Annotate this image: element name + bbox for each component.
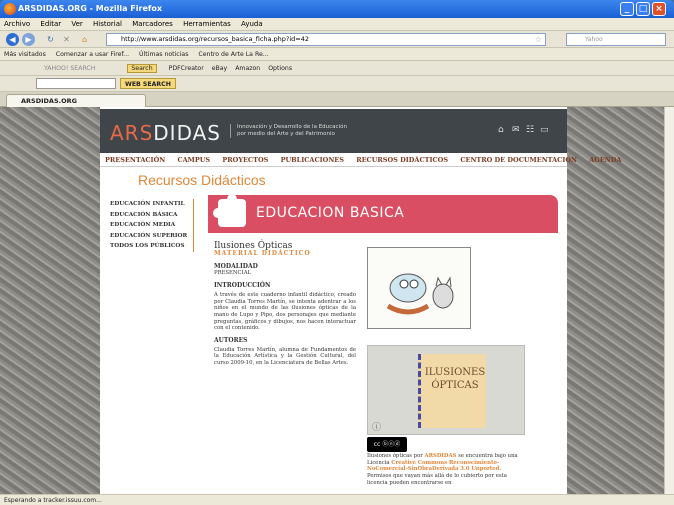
- resource-details: Ilusiones Ópticas MATERIAL DIDÁCTICO MOD…: [214, 241, 356, 367]
- toolbar-item[interactable]: Options: [268, 65, 292, 72]
- tab-bar: ARSDIDAS.ORG: [0, 92, 674, 107]
- stop-icon[interactable]: ✕: [60, 33, 73, 46]
- search-button[interactable]: Search: [127, 64, 157, 73]
- close-button[interactable]: ×: [652, 2, 666, 16]
- menu-herramientas[interactable]: Herramientas: [183, 20, 231, 28]
- page-viewport: ARSDIDAS Innovación y Desarrollo de la E…: [0, 107, 664, 494]
- book-title: ILUSIONES ÓPTICAS: [424, 367, 486, 391]
- autores-label: AUTORES: [214, 337, 248, 345]
- menu-editar[interactable]: Editar: [40, 20, 61, 28]
- bookmark-item[interactable]: Más visitados: [4, 51, 46, 58]
- status-bar: Esperando a tracker.issuu.com...: [0, 494, 674, 505]
- menu-archivo[interactable]: Archivo: [4, 20, 30, 28]
- side-item[interactable]: EDUCACIÓN BÁSICA: [110, 210, 193, 221]
- banner-title: EDUCACION BASICA: [256, 205, 405, 221]
- intro-text: A través de este cuaderno infantil didác…: [214, 291, 356, 332]
- toolbar-item[interactable]: PDFCreator: [169, 65, 204, 72]
- site-header: ARSDIDAS Innovación y Desarrollo de la E…: [100, 109, 567, 153]
- bookmark-item[interactable]: Últimas noticias: [139, 51, 188, 58]
- side-item[interactable]: EDUCACIÓN INFANTIL: [110, 199, 193, 210]
- yahoo-search-field[interactable]: YAHOO! SEARCH: [44, 65, 95, 72]
- menu-bar: Archivo Editar Ver Historial Marcadores …: [0, 18, 674, 31]
- section-banner: EDUCACION BASICA: [208, 194, 558, 233]
- toolbar-search-input[interactable]: [36, 78, 116, 89]
- side-item[interactable]: TODOS LOS PÚBLICOS: [110, 241, 193, 252]
- site-tagline: Innovación y Desarrollo de la Educación …: [230, 124, 347, 138]
- nav-proyectos[interactable]: PROYECTOS: [222, 156, 268, 164]
- menu-marcadores[interactable]: Marcadores: [132, 20, 173, 28]
- cc-license-badge[interactable]: cc ⓑⓝⓓ: [367, 437, 407, 452]
- item-subtitle: MATERIAL DIDÁCTICO: [214, 250, 311, 257]
- maximize-button[interactable]: □: [636, 2, 650, 16]
- reload-icon[interactable]: ↻: [44, 33, 57, 46]
- tab-label: ARSDIDAS.ORG: [21, 97, 77, 105]
- book-cover: ILUSIONES ÓPTICAS: [418, 354, 486, 428]
- star-icon[interactable]: ☆: [532, 33, 545, 46]
- url-input[interactable]: http://www.arsdidas.org/recursos_basica_…: [106, 33, 546, 46]
- license-org-link[interactable]: ARSDIDAS: [424, 453, 456, 459]
- page-body: ARSDIDAS Innovación y Desarrollo de la E…: [100, 107, 621, 494]
- side-item[interactable]: EDUCACIÓN MEDIA: [110, 220, 193, 231]
- toolbar-item[interactable]: Amazon: [235, 65, 260, 72]
- vertical-scrollbar[interactable]: [664, 107, 674, 494]
- puzzle-icon: [213, 194, 246, 227]
- bookmark-item[interactable]: Centro de Arte La Re...: [198, 51, 268, 58]
- license-part: Ilusiones ópticas por: [367, 453, 423, 459]
- menu-ver[interactable]: Ver: [71, 20, 82, 28]
- license-part: Permisos que vayan más allá de lo cubier…: [367, 473, 507, 486]
- window-title: ARSDIDAS.ORG - Mozilla Firefox: [18, 4, 163, 13]
- book-icon[interactable]: ▭: [540, 125, 549, 135]
- forward-icon[interactable]: ▶: [22, 33, 35, 46]
- characters-illustration: [386, 273, 454, 315]
- nav-campus[interactable]: CAMPUS: [177, 156, 210, 164]
- mail-icon[interactable]: ✉: [512, 125, 520, 135]
- nav-agenda[interactable]: AGENDA: [589, 156, 621, 164]
- nav-publicaciones[interactable]: PUBLICACIONES: [281, 156, 344, 164]
- web-search-toolbar: WEB SEARCH: [0, 76, 674, 92]
- home-icon[interactable]: ⌂: [78, 33, 91, 46]
- autores-text: Claudia Torres Martín, alumna de Fundame…: [214, 346, 356, 367]
- nav-recursos[interactable]: RECURSOS DIDÁCTICOS: [356, 156, 448, 164]
- site-logo[interactable]: ARSDIDAS: [110, 121, 221, 145]
- site-nav: PRESENTACIÓN CAMPUS PROYECTOS PUBLICACIO…: [100, 153, 621, 167]
- document-preview: ILUSIONES ÓPTICAS ⓘ: [367, 345, 525, 435]
- navigation-toolbar: ◀ ▶ ↻ ✕ ⌂ http://www.arsdidas.org/recurs…: [0, 31, 674, 48]
- firefox-icon: [4, 3, 16, 15]
- minimize-button[interactable]: _: [620, 2, 634, 16]
- web-search-button[interactable]: WEB SEARCH: [120, 78, 176, 89]
- tagline-line: Innovación y Desarrollo de la Educación: [237, 124, 347, 130]
- license-text: Ilusiones ópticas por ARSDIDAS se encuen…: [367, 453, 527, 487]
- menu-ayuda[interactable]: Ayuda: [241, 20, 263, 28]
- page-title: Recursos Didácticos: [138, 172, 266, 188]
- home-icon[interactable]: ⌂: [498, 125, 504, 135]
- modalidad-value: PRESENCIAL: [214, 270, 252, 277]
- nav-centro[interactable]: CENTRO DE DOCUMENTACIÓN: [460, 156, 577, 164]
- illustration-image: [367, 247, 471, 329]
- modalidad-label: MODALIDAD: [214, 262, 258, 270]
- side-item[interactable]: EDUCACIÓN SUPERIOR: [110, 231, 193, 242]
- info-icon[interactable]: ⓘ: [372, 420, 381, 433]
- tab-arsdidas[interactable]: ARSDIDAS.ORG: [6, 94, 146, 107]
- nav-presentacion[interactable]: PRESENTACIÓN: [105, 156, 165, 164]
- yahoo-toolbar: YAHOO! SEARCH Search PDFCreator eBay Ama…: [0, 61, 674, 76]
- side-nav: EDUCACIÓN INFANTIL EDUCACIÓN BÁSICA EDUC…: [110, 199, 194, 252]
- search-input[interactable]: Yahoo: [566, 33, 666, 46]
- menu-historial[interactable]: Historial: [93, 20, 122, 28]
- back-icon[interactable]: ◀: [6, 33, 19, 46]
- bookmarks-bar: Más visitados Comenzar a usar Firef... Ú…: [0, 48, 674, 61]
- bookmark-item[interactable]: Comenzar a usar Firef...: [56, 51, 129, 58]
- tagline-line: por medio del Arte y del Patrimonio: [237, 131, 335, 137]
- toolbar-item[interactable]: eBay: [212, 65, 228, 72]
- intro-label: INTRODUCCIÓN: [214, 282, 271, 290]
- window-titlebar: ARSDIDAS.ORG - Mozilla Firefox _ □ ×: [0, 0, 674, 18]
- sitemap-icon[interactable]: ☷: [526, 125, 534, 135]
